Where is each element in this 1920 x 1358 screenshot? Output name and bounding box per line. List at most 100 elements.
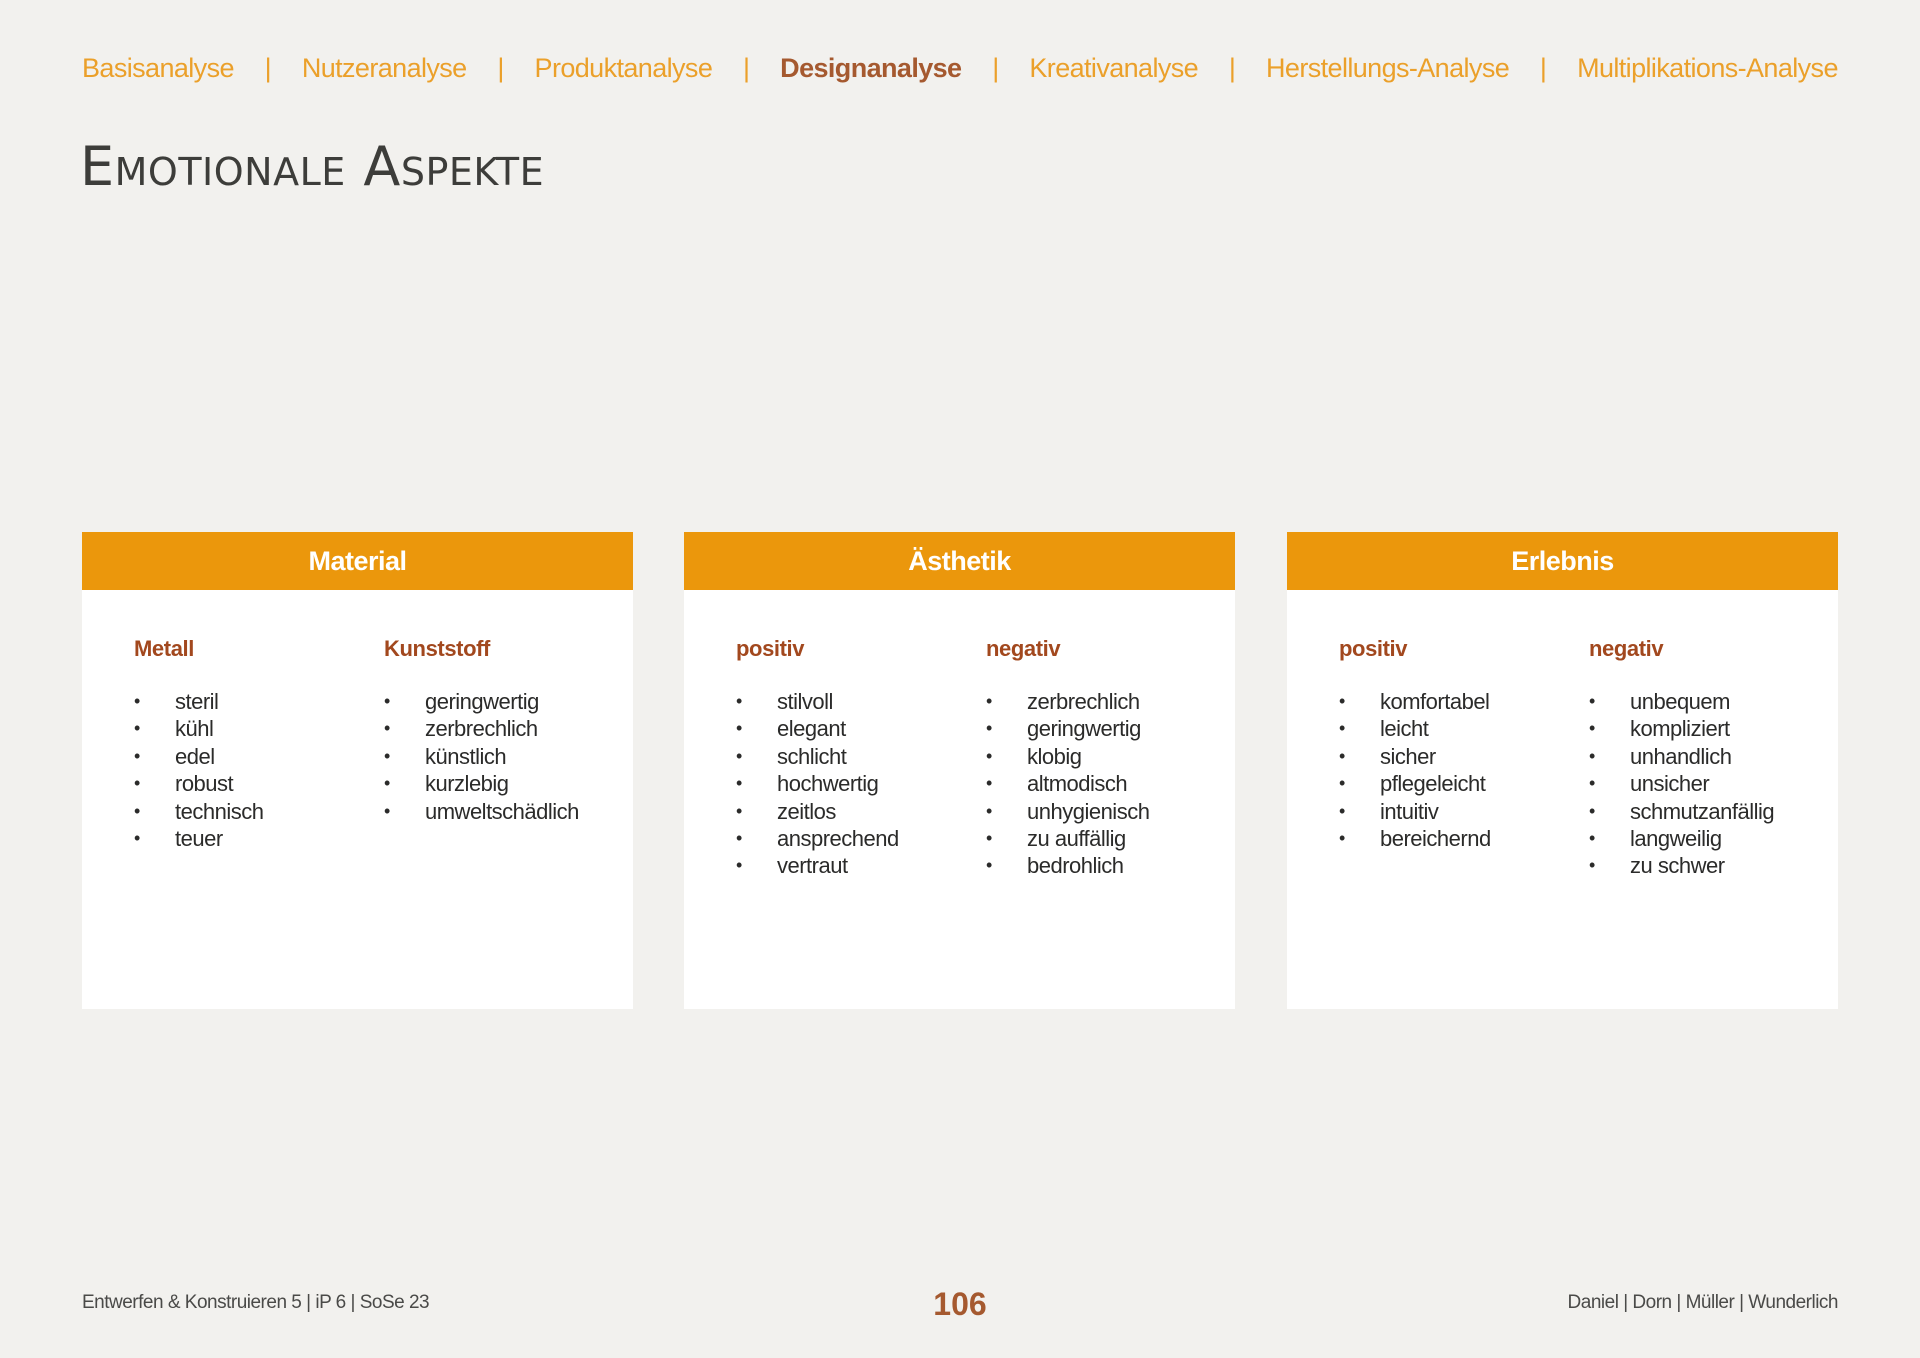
card-column: Kunststoff • geringwertig • zerbrechlich • kün… — [384, 636, 604, 825]
bullet-icon: • — [134, 745, 140, 766]
bullet-icon: • — [384, 773, 390, 794]
list-item-text: edel — [175, 743, 215, 769]
list-item: • robust — [134, 770, 354, 797]
bullet-icon: • — [736, 718, 742, 739]
bullet-icon: • — [134, 828, 140, 849]
bullet-icon: • — [384, 800, 390, 821]
list-item-text: bereichernd — [1380, 826, 1491, 852]
nav-item-basisanalyse[interactable]: Basisanalyse — [82, 53, 234, 84]
bullet-icon: • — [1339, 718, 1345, 739]
list-item-text: schlicht — [777, 743, 847, 769]
list-item: • unsicher — [1589, 770, 1809, 797]
list-item-text: umweltschädlich — [425, 798, 579, 824]
bullet-icon: • — [1339, 745, 1345, 766]
list-item-text: stilvoll — [777, 689, 833, 714]
list-item-text: zu schwer — [1630, 853, 1725, 879]
nav-item-herstellungs-analyse[interactable]: Herstellungs-Analyse — [1266, 53, 1510, 84]
nav-separator: | — [1228, 53, 1236, 83]
bullet-icon: • — [1339, 828, 1345, 849]
list-item: • unhygienisch — [986, 798, 1206, 825]
list-item: • altmodisch — [986, 770, 1206, 797]
bullet-icon: • — [1589, 745, 1595, 766]
list-item: • edel — [134, 743, 354, 770]
list-item: • unhandlich — [1589, 743, 1809, 770]
bullet-list: • komfortabel • leicht • sicher • pflegeleicht •… — [1339, 688, 1559, 852]
bullet-icon: • — [736, 828, 742, 849]
list-item: • hochwertig — [736, 770, 956, 797]
list-item: • kühl — [134, 715, 354, 742]
card-material: Material Metall • steril • kühl • edel • robust • t… — [82, 532, 633, 1009]
list-item: • sicher — [1339, 743, 1559, 770]
bullet-list: • unbequem • kompliziert • unhandlich • unsiche… — [1589, 688, 1809, 880]
list-item: • bereichernd — [1339, 825, 1559, 852]
card-column: negativ • zerbrechlich • geringwertig • klobig… — [986, 636, 1206, 880]
list-item-text: bedrohlich — [1027, 853, 1124, 879]
list-item: • pflegeleicht — [1339, 770, 1559, 797]
bullet-icon: • — [384, 691, 390, 711]
nav-item-multiplikations-analyse[interactable]: Multiplikations-Analyse — [1577, 53, 1838, 84]
list-item: • unbequem — [1589, 688, 1809, 715]
bullet-icon: • — [736, 745, 742, 766]
list-item: • zerbrechlich — [986, 688, 1206, 715]
bullet-icon: • — [134, 718, 140, 739]
list-item-text: vertraut — [777, 853, 848, 879]
list-item: • komfortabel — [1339, 688, 1559, 715]
bullet-list: • zerbrechlich • geringwertig • klobig • altmod… — [986, 688, 1206, 880]
bullet-icon: • — [736, 855, 742, 876]
bullet-list: • geringwertig • zerbrechlich • künstlich • kur… — [384, 688, 604, 825]
bullet-icon: • — [736, 691, 742, 711]
list-item-text: künstlich — [425, 743, 507, 769]
list-item-text: altmodisch — [1027, 771, 1128, 797]
list-item: • intuitiv — [1339, 798, 1559, 825]
nav-item-produktanalyse[interactable]: Produktanalyse — [535, 53, 713, 84]
list-item: • zeitlos — [736, 798, 956, 825]
bullet-icon: • — [134, 800, 140, 821]
nav-item-designanalyse[interactable]: Designanalyse — [780, 53, 962, 84]
nav-item-kreativanalyse[interactable]: Kreativanalyse — [1029, 53, 1198, 84]
bullet-icon: • — [1339, 773, 1345, 794]
list-item: • steril — [134, 688, 354, 715]
list-item: • langweilig — [1589, 825, 1809, 852]
card-column: positiv • stilvoll • elegant • schlicht • hochwe… — [736, 636, 956, 880]
list-item: • kurzlebig — [384, 770, 604, 797]
page-title: Emotionale Aspekte — [80, 135, 545, 198]
bullet-icon: • — [1589, 718, 1595, 739]
bullet-icon: • — [134, 691, 140, 711]
column-heading: negativ — [986, 636, 1061, 661]
list-item-text: zerbrechlich — [425, 716, 538, 742]
list-item: • zerbrechlich — [384, 715, 604, 742]
bullet-icon: • — [736, 800, 742, 821]
list-item: • zu auffällig — [986, 825, 1206, 852]
nav-item-nutzeranalyse[interactable]: Nutzeranalyse — [302, 53, 467, 84]
bullet-icon: • — [384, 745, 390, 766]
card-erlebnis: Erlebnis positiv • komfortabel • leicht • siche… — [1287, 532, 1838, 1009]
list-item: • teuer — [134, 825, 354, 852]
list-item: • bedrohlich — [986, 852, 1206, 879]
card-column: Metall • steril • kühl • edel • robust • technisch… — [134, 636, 354, 852]
list-item-text: steril — [175, 689, 219, 714]
list-item: • geringwertig — [384, 688, 604, 715]
list-item-text: kühl — [175, 716, 214, 742]
list-item: • vertraut — [736, 852, 956, 879]
bullet-icon: • — [986, 855, 992, 876]
bullet-icon: • — [1589, 855, 1595, 876]
bullet-icon: • — [384, 718, 390, 739]
bullet-icon: • — [986, 745, 992, 766]
list-item-text: robust — [175, 771, 234, 797]
list-item-text: zu auffällig — [1027, 826, 1126, 852]
bullet-icon: • — [1589, 691, 1595, 711]
list-item: • kompliziert — [1589, 715, 1809, 742]
list-item: • schlicht — [736, 743, 956, 770]
bullet-icon: • — [986, 828, 992, 849]
footer-authors: Daniel | Dorn | Müller | Wunderlich — [1567, 1292, 1839, 1313]
bullet-icon: • — [1339, 691, 1345, 711]
list-item-text: komfortabel — [1380, 689, 1490, 714]
list-item-text: unhandlich — [1630, 743, 1732, 769]
card-header: Material — [82, 532, 633, 590]
bullet-icon: • — [1339, 800, 1345, 821]
bullet-list: • stilvoll • elegant • schlicht • hochwertig • ze… — [736, 688, 956, 880]
list-item: • stilvoll — [736, 688, 956, 715]
card-column: negativ • unbequem • kompliziert • unhandlich •… — [1589, 636, 1809, 880]
nav-separator: | — [497, 53, 504, 83]
cards-container: Material Metall • steril • kühl • edel • robust • t… — [82, 532, 1838, 1009]
